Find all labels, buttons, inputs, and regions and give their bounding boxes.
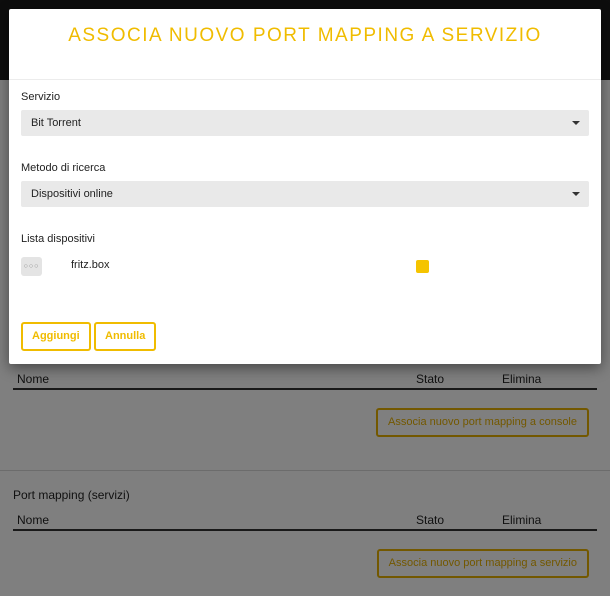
service-select[interactable]: Bit Torrent [21, 110, 589, 136]
service-label: Servizio [21, 91, 61, 103]
search-method-selected-value: Dispositivi online [31, 188, 113, 200]
add-button[interactable]: Aggiungi [21, 322, 91, 351]
dialog-header-divider [9, 79, 601, 80]
device-list-label: Lista dispositivi [21, 233, 95, 245]
search-method-label: Metodo di ricerca [21, 162, 106, 174]
caret-down-icon [572, 192, 580, 196]
add-service-port-mapping-dialog: ASSOCIA NUOVO PORT MAPPING A SERVIZIO Se… [9, 9, 601, 364]
search-method-select[interactable]: Dispositivi online [21, 181, 589, 207]
cancel-button[interactable]: Annulla [94, 322, 157, 351]
caret-down-icon [572, 121, 580, 125]
device-name: fritz.box [71, 259, 110, 271]
dialog-title: ASSOCIA NUOVO PORT MAPPING A SERVIZIO [68, 25, 542, 46]
service-selected-value: Bit Torrent [31, 117, 81, 129]
device-select-checkbox[interactable] [416, 260, 429, 273]
ellipsis-icon[interactable]: ○○○ [21, 257, 42, 276]
